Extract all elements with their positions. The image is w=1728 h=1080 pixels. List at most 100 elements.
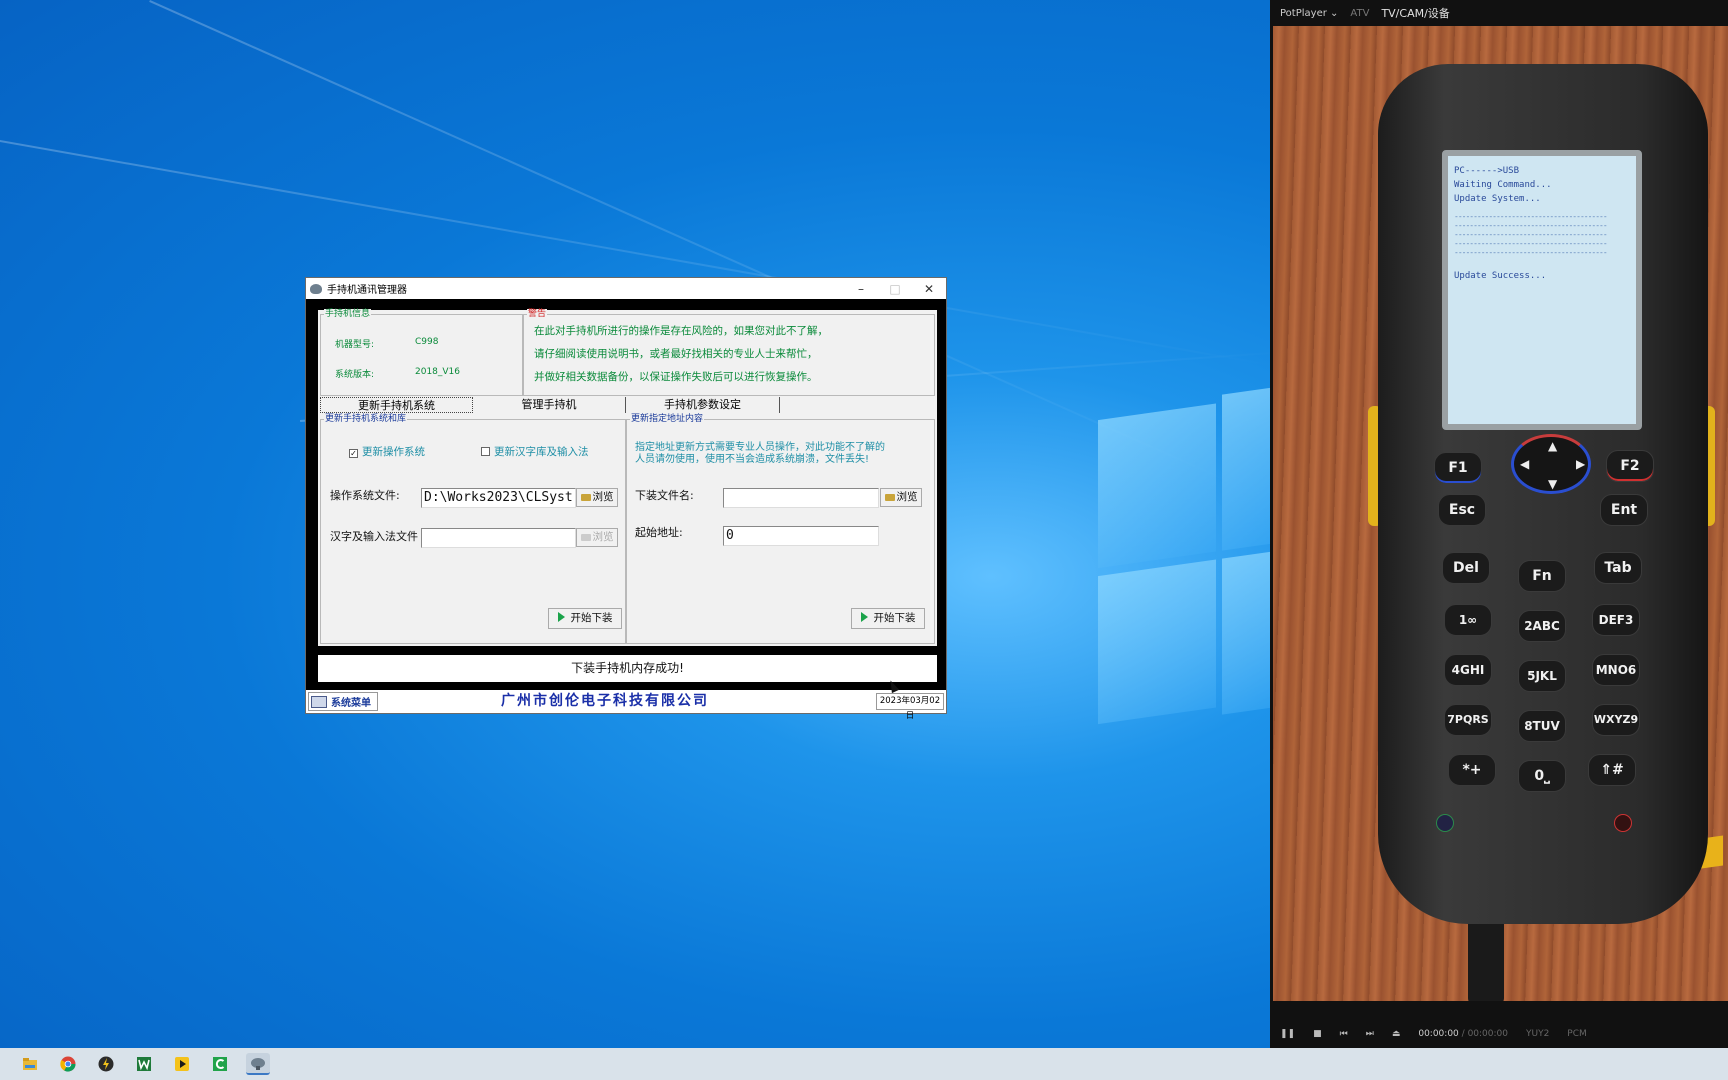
opt-update-os[interactable]: ✓ 更新操作系统 bbox=[349, 444, 425, 459]
os-file-label: 操作系统文件: bbox=[330, 489, 400, 502]
warning-line-2: 请仔细阅读使用说明书，或者最好找相关的专业人士来帮忙， bbox=[534, 348, 818, 360]
screen-success: Update Success... bbox=[1454, 271, 1547, 281]
time-separator: / bbox=[1461, 1029, 1465, 1039]
title-bar[interactable]: 手持机通讯管理器 – □ ✕ bbox=[306, 278, 946, 299]
key-f1: F1 bbox=[1434, 452, 1482, 484]
screen-line-3: Update System... bbox=[1454, 194, 1541, 204]
update-system-legend: 更新手持机系统和库 bbox=[324, 414, 408, 425]
download-browse-label: 浏览 bbox=[896, 491, 918, 503]
video-format: YUY2 bbox=[1525, 1029, 1550, 1039]
call-icon bbox=[1436, 814, 1454, 832]
download-file-label: 下装文件名: bbox=[635, 489, 694, 502]
comm-manager-icon bbox=[251, 1058, 265, 1070]
os-file-input[interactable]: D:\Works2023\CLSyst bbox=[421, 488, 576, 508]
time-display: 00:00:00 / 00:00:00 bbox=[1418, 1029, 1508, 1039]
start-download-address-label: 开始下装 bbox=[873, 612, 916, 624]
folder-icon bbox=[23, 1058, 37, 1070]
taskbar-chrome[interactable] bbox=[56, 1053, 80, 1075]
stop-icon[interactable]: ■ bbox=[1313, 1029, 1322, 1039]
source-label: TV/CAM/设备 bbox=[1381, 7, 1450, 20]
close-button[interactable]: ✕ bbox=[912, 282, 946, 296]
power-icon bbox=[1614, 814, 1632, 832]
taskbar-file-explorer[interactable] bbox=[18, 1053, 42, 1075]
update-address-legend: 更新指定地址内容 bbox=[630, 414, 705, 425]
app-ball-icon bbox=[98, 1056, 114, 1072]
minimize-button[interactable]: – bbox=[844, 282, 878, 296]
status-message: 下装手持机内存成功! bbox=[318, 655, 937, 682]
key-6: MNO6 bbox=[1592, 654, 1640, 686]
download-browse-button[interactable]: 浏览 bbox=[880, 488, 922, 507]
checkbox-font[interactable] bbox=[481, 447, 490, 456]
key-9: WXYZ9 bbox=[1592, 704, 1640, 736]
tab-strip: 更新手持机系统 管理手持机 手持机参数设定 bbox=[320, 397, 920, 413]
start-download-os-button[interactable]: 开始下装 bbox=[548, 608, 622, 629]
taskbar-comm-manager[interactable] bbox=[246, 1053, 270, 1075]
system-menu-button[interactable]: 系统菜单 bbox=[308, 692, 378, 711]
warning-line-3: 并做好相关数据备份，以保证操作失败后可以进行恢复操作。 bbox=[534, 371, 818, 383]
font-file-input[interactable] bbox=[421, 528, 576, 548]
bottom-bar: 系统菜单 广州市创伦电子科技有限公司 2023年03月02日 bbox=[306, 690, 946, 721]
update-system-group: 更新手持机系统和库 ✓ 更新操作系统 更新汉字库及输入法 操作系统文件: D:\W… bbox=[320, 414, 626, 644]
device-info-group: 手持机信息 机器型号: C998 系统版本: 2018_V16 bbox=[320, 309, 523, 396]
opt-update-font[interactable]: 更新汉字库及输入法 bbox=[481, 444, 589, 459]
os-browse-button[interactable]: 浏览 bbox=[576, 488, 618, 507]
eject-icon[interactable]: ⏏ bbox=[1392, 1029, 1401, 1039]
potplayer-titlebar[interactable]: PotPlayer ⌄ ATV TV/CAM/设备 bbox=[1270, 0, 1728, 26]
window-title: 手持机通讯管理器 bbox=[327, 285, 407, 296]
start-address-input[interactable]: 0 bbox=[723, 526, 879, 546]
taskbar-app-5[interactable] bbox=[170, 1053, 194, 1075]
key-4: 4GHI bbox=[1444, 654, 1492, 686]
comm-manager-window: 手持机通讯管理器 – □ ✕ 手持机信息 机器型号: C998 系统版本: 20… bbox=[305, 277, 947, 721]
device-screen: PC------>USB Waiting Command... Update S… bbox=[1442, 150, 1642, 430]
prev-icon[interactable]: ⏮ bbox=[1340, 1029, 1348, 1039]
opt-update-os-label: 更新操作系统 bbox=[362, 446, 425, 458]
font-browse-button[interactable]: 浏览 bbox=[576, 528, 618, 547]
key-star: *+ bbox=[1448, 754, 1496, 786]
potplayer-menu[interactable]: PotPlayer ⌄ bbox=[1280, 8, 1338, 19]
maximize-button[interactable]: □ bbox=[878, 282, 912, 296]
warning-group: 警告 在此对手持机所进行的操作是存在风险的，如果您对此不了解， 请仔细阅读使用说… bbox=[523, 309, 935, 396]
system-menu-label: 系统菜单 bbox=[331, 698, 371, 709]
handheld-terminal: PC------>USB Waiting Command... Update S… bbox=[1378, 64, 1708, 924]
next-icon[interactable]: ⏭ bbox=[1366, 1029, 1374, 1039]
video-feed: PC------>USB Waiting Command... Update S… bbox=[1273, 26, 1728, 1001]
company-name: 广州市创伦电子科技有限公司 bbox=[501, 693, 709, 709]
warning-line-1: 在此对手持机所进行的操作是存在风险的，如果您对此不了解， bbox=[534, 325, 828, 337]
chrome-icon bbox=[60, 1056, 76, 1072]
potplayer-controls: ❚❚ ■ ⏮ ⏭ ⏏ 00:00:00 / 00:00:00 YUY2 PCM bbox=[1270, 1020, 1728, 1048]
taskbar bbox=[0, 1048, 1728, 1080]
play-icon bbox=[860, 612, 868, 622]
tab-update-system[interactable]: 更新手持机系统 bbox=[320, 397, 473, 413]
key-esc: Esc bbox=[1438, 494, 1486, 526]
font-file-label: 汉字及输入法文件 bbox=[330, 530, 418, 543]
key-f2: F2 bbox=[1606, 450, 1654, 482]
window-body: 手持机信息 机器型号: C998 系统版本: 2018_V16 警告 在此对手持… bbox=[318, 309, 937, 646]
warning-legend: 警告 bbox=[527, 309, 548, 320]
tab-manage-device[interactable]: 管理手持机 bbox=[473, 397, 626, 413]
taskbar-app-3[interactable] bbox=[94, 1053, 118, 1075]
key-fn: Fn bbox=[1518, 560, 1566, 592]
folder-icon bbox=[580, 534, 591, 541]
key-5: 5JKL bbox=[1518, 660, 1566, 692]
os-browse-label: 浏览 bbox=[592, 491, 614, 503]
start-download-os-label: 开始下装 bbox=[570, 612, 613, 624]
font-browse-label: 浏览 bbox=[592, 531, 614, 543]
taskbar-app-6[interactable] bbox=[208, 1053, 232, 1075]
update-address-group: 更新指定地址内容 指定地址更新方式需要专业人员操作，对此功能不了解的 人员请勿使… bbox=[626, 414, 935, 644]
start-download-address-button[interactable]: 开始下装 bbox=[851, 608, 925, 629]
address-note-line-2: 人员请勿使用，使用不当会造成系统崩溃，文件丢失! bbox=[635, 454, 870, 465]
taskbar-app-4[interactable] bbox=[132, 1053, 156, 1075]
pause-icon[interactable]: ❚❚ bbox=[1280, 1029, 1295, 1039]
key-3: DEF3 bbox=[1592, 604, 1640, 636]
key-1: 1∞ bbox=[1444, 604, 1492, 636]
key-7: 7PQRS bbox=[1444, 704, 1492, 736]
app-icon bbox=[310, 283, 322, 294]
version-value: 2018_V16 bbox=[415, 367, 461, 377]
date-display: 2023年03月02日 bbox=[876, 693, 944, 721]
checkbox-os[interactable]: ✓ bbox=[349, 449, 358, 458]
download-file-input[interactable] bbox=[723, 488, 879, 508]
tab-device-params[interactable]: 手持机参数设定 bbox=[626, 397, 780, 413]
folder-icon bbox=[884, 494, 895, 501]
key-8: 8TUV bbox=[1518, 710, 1566, 742]
atv-mode[interactable]: ATV bbox=[1350, 8, 1369, 19]
